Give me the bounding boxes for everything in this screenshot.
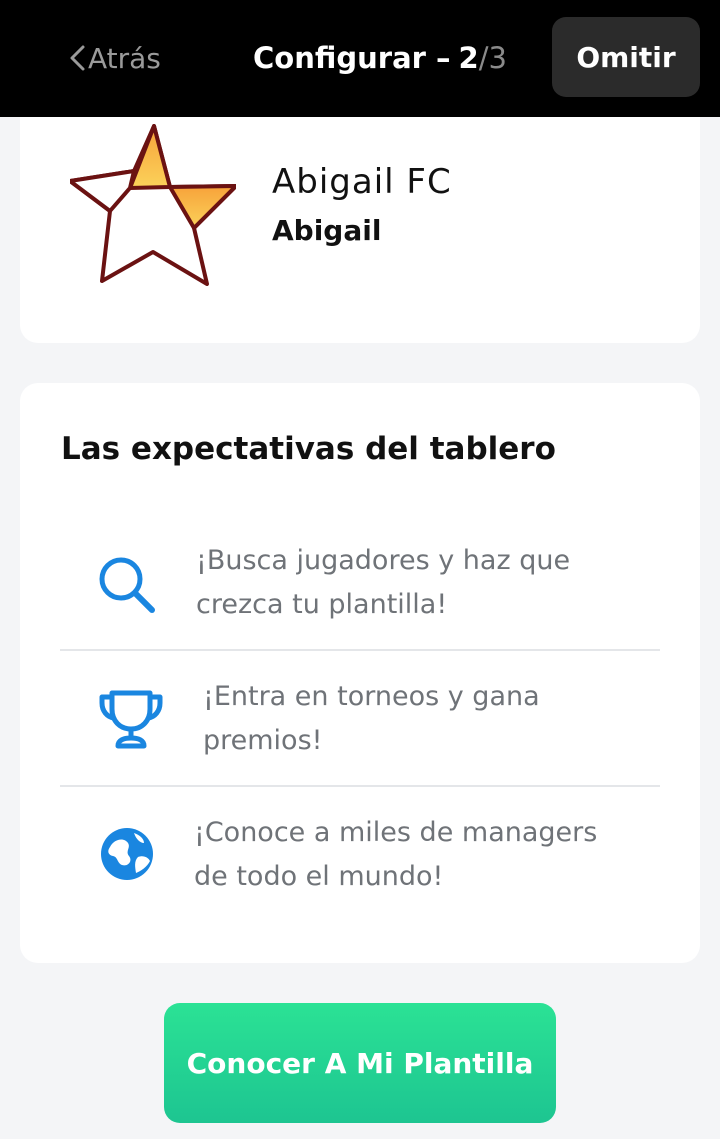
club-name: Abigail FC — [272, 162, 452, 202]
page-title: Configurar – 2 / 3 — [200, 38, 560, 78]
expectation-text: ¡Entra en torneos y gana premios! — [203, 681, 540, 756]
back-label: Atrás — [88, 41, 161, 75]
board-expectations-card: Las expectativas del tablero ¡Busca juga… — [20, 383, 700, 963]
expectation-item-search: ¡Busca jugadores y haz que crezca tu pla… — [60, 515, 660, 651]
globe-icon — [101, 828, 153, 880]
title-text: Configurar – — [253, 41, 451, 75]
manager-name: Abigail — [272, 214, 382, 247]
view-squad-button[interactable]: Conocer A Mi Plantilla — [164, 1003, 556, 1123]
expectation-item-managers: ¡Conoce a miles de managers de todo el m… — [60, 787, 660, 923]
expectation-text: ¡Busca jugadores y haz que crezca tu pla… — [196, 545, 571, 620]
expectation-item-tournaments: ¡Entra en torneos y gana premios! — [60, 651, 660, 787]
top-bar: Atrás Configurar – 2 / 3 Omitir — [0, 0, 720, 117]
club-card: Abigail FC Abigail — [20, 80, 700, 343]
back-button[interactable]: Atrás — [68, 38, 161, 78]
skip-button[interactable]: Omitir — [552, 17, 700, 97]
step-total: 3 — [488, 41, 507, 75]
star-crest-icon — [70, 124, 236, 286]
expectation-text: ¡Conoce a miles de managers de todo el m… — [194, 817, 598, 892]
search-icon — [99, 557, 155, 613]
step-separator: / — [478, 41, 489, 75]
section-title: Las expectativas del tablero — [61, 431, 556, 467]
chevron-left-icon — [70, 45, 85, 71]
trophy-icon — [99, 690, 163, 749]
step-current: 2 — [458, 41, 479, 75]
